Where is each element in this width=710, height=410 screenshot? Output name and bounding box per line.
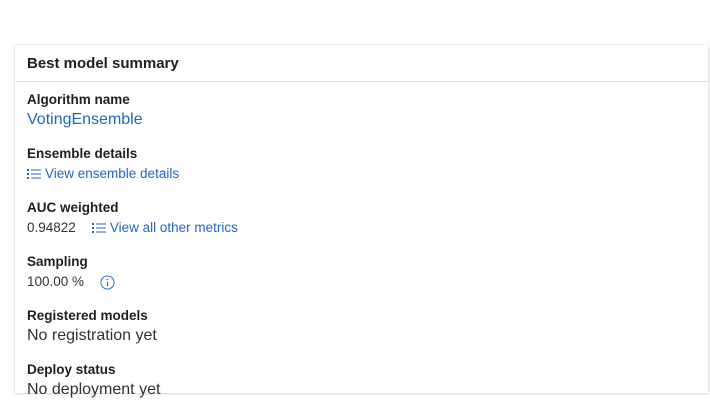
ensemble-section: Ensemble details View ensemble details — [27, 145, 708, 185]
deploy-status-section: Deploy status No deployment yet — [27, 361, 708, 401]
sampling-label: Sampling — [27, 254, 88, 269]
view-ensemble-details-label: View ensemble details — [45, 166, 180, 181]
registered-models-label: Registered models — [27, 308, 148, 323]
deploy-status-label: Deploy status — [27, 362, 116, 377]
bulleted-list-icon — [91, 223, 106, 233]
view-all-metrics-label: View all other metrics — [109, 220, 238, 235]
sampling-section: Sampling 100.00 % — [27, 253, 708, 293]
view-ensemble-details-link[interactable]: View ensemble details — [27, 163, 179, 185]
algorithm-label: Algorithm name — [27, 92, 130, 107]
view-all-metrics-link[interactable]: View all other metrics — [91, 217, 238, 239]
deploy-status-value: No deployment yet — [27, 381, 161, 398]
auc-label: AUC weighted — [27, 200, 119, 215]
registered-models-value: No registration yet — [27, 327, 157, 344]
algorithm-name-link[interactable]: VotingEnsemble — [27, 109, 143, 131]
info-icon[interactable] — [100, 274, 115, 290]
auc-value: 0.94822 — [27, 220, 76, 235]
ensemble-label: Ensemble details — [27, 146, 138, 161]
card-body: Algorithm name VotingEnsemble Ensemble d… — [15, 82, 708, 401]
algorithm-section: Algorithm name VotingEnsemble — [27, 91, 708, 131]
best-model-summary-card: Best model summary Algorithm name Voting… — [15, 45, 708, 398]
auc-section: AUC weighted 0.94822 View all other metr… — [27, 199, 708, 239]
bulleted-list-icon — [27, 169, 41, 179]
registered-models-section: Registered models No registration yet — [27, 307, 708, 347]
sampling-value: 100.00 % — [27, 274, 85, 289]
card-title: Best model summary — [15, 45, 708, 82]
